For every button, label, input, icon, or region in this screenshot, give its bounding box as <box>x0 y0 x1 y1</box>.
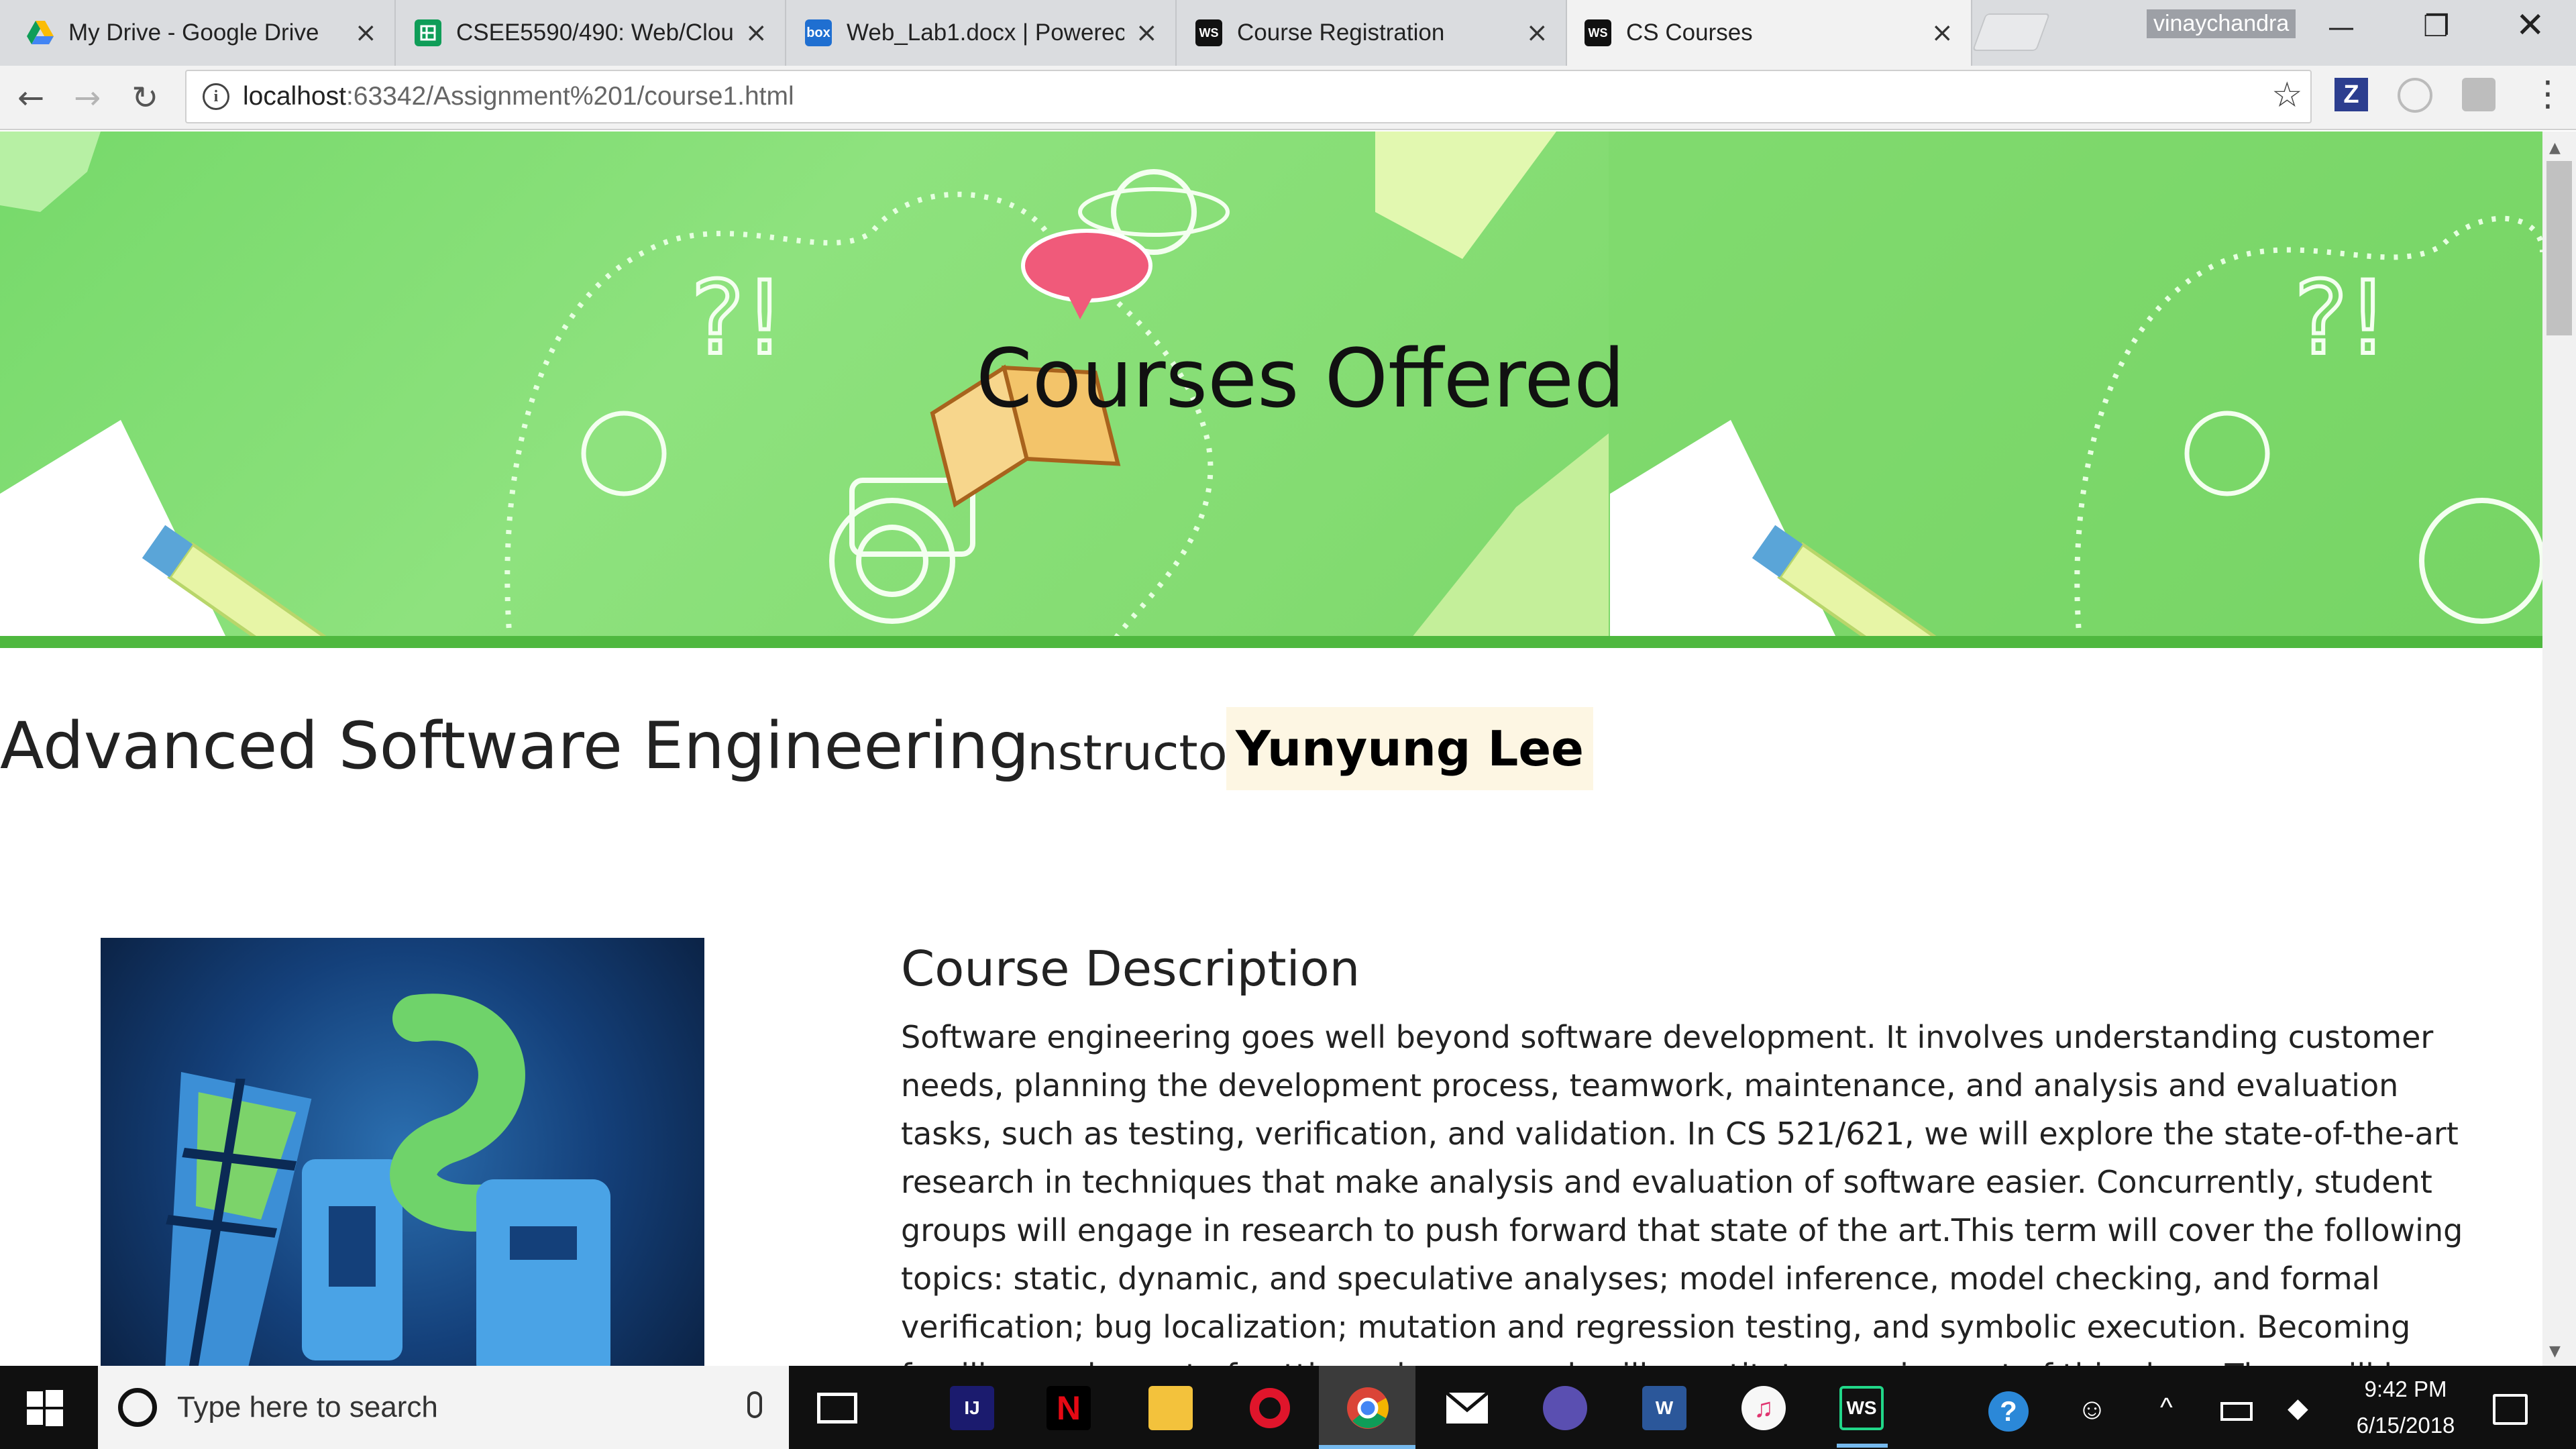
battery-icon[interactable] <box>2220 1402 2253 1421</box>
chrome-icon <box>1346 1386 1390 1430</box>
taskbar-search-box[interactable]: Type here to search <box>98 1366 789 1449</box>
tab-course-registration[interactable]: WS Course Registration × <box>1178 0 1567 66</box>
ase-logo-icon <box>164 994 610 1366</box>
tab-title: My Drive - Google Drive <box>68 19 319 46</box>
clock-time[interactable]: 9:42 PM <box>2359 1377 2453 1402</box>
close-icon[interactable]: × <box>354 17 377 48</box>
course-description-text: Software engineering goes well beyond so… <box>901 1019 2463 1366</box>
microphone-icon[interactable] <box>747 1391 762 1418</box>
chevron-up-icon[interactable]: ^ <box>2160 1393 2173 1423</box>
google-drive-icon <box>27 19 54 46</box>
back-arrow-icon[interactable]: ← <box>17 79 44 117</box>
zotero-extension-icon[interactable]: Z <box>2334 78 2368 111</box>
instructor-name: Yunyung Lee <box>1226 707 1594 790</box>
url-host: localhost <box>243 82 346 111</box>
tab-title: Course Registration <box>1237 19 1445 46</box>
tab-title: CS Courses <box>1626 19 1753 46</box>
url-path: :63342/Assignment%201/course1.html <box>345 82 794 111</box>
tab-csee5590[interactable]: CSEE5590/490: Web/Clou × <box>397 0 786 66</box>
cortana-icon <box>118 1388 157 1427</box>
running-indicator <box>1837 1444 1888 1448</box>
info-icon[interactable]: i <box>203 83 229 110</box>
opera-icon[interactable] <box>1248 1386 1292 1430</box>
address-bar[interactable]: i localhost:63342/Assignment%201/course1… <box>185 70 2312 123</box>
svg-text:?!: ?! <box>691 260 785 377</box>
minimize-icon[interactable]: — <box>2328 12 2355 43</box>
instructor-label: Instructor: <box>1013 724 1263 781</box>
close-icon[interactable]: × <box>1135 17 1158 48</box>
restore-icon[interactable]: ❐ <box>2423 9 2449 44</box>
search-placeholder: Type here to search <box>177 1391 438 1424</box>
close-window-icon[interactable]: ✕ <box>2516 5 2545 46</box>
tab-web-lab1[interactable]: box Web_Lab1.docx | Powerec × <box>788 0 1177 66</box>
webstorm-icon: WS <box>1195 19 1222 46</box>
course-title: Advanced Software Engineering <box>0 708 1030 784</box>
tab-title: CSEE5590/490: Web/Clou <box>456 19 734 46</box>
file-explorer-icon[interactable] <box>1148 1386 1193 1430</box>
help-icon[interactable]: ? <box>1988 1391 2029 1432</box>
webstorm-icon[interactable]: WS <box>1839 1386 1884 1430</box>
new-tab-button[interactable] <box>1972 13 2051 51</box>
webstorm-icon: WS <box>1585 19 1611 46</box>
windows-start-icon[interactable] <box>27 1390 63 1429</box>
scroll-down-icon[interactable]: ▼ <box>2549 1343 2561 1360</box>
netflix-icon[interactable]: N <box>1046 1386 1091 1430</box>
task-view-icon[interactable] <box>817 1393 857 1424</box>
reload-icon[interactable]: ↻ <box>131 79 158 117</box>
extension-icon[interactable] <box>2462 78 2496 111</box>
bookmark-star-icon[interactable]: ☆ <box>2271 75 2303 115</box>
clock-date[interactable]: 6/15/2018 <box>2345 1413 2466 1438</box>
banner: ?! ?! Courses Offered <box>0 131 2542 648</box>
close-icon[interactable]: × <box>745 17 767 48</box>
itunes-icon[interactable]: ♫ <box>1741 1386 1786 1430</box>
scrollbar-thumb[interactable] <box>2546 161 2572 335</box>
profile-name[interactable]: vinaychandra <box>2147 9 2296 38</box>
banner-title: Courses Offered <box>976 333 1625 426</box>
google-sheets-icon <box>415 19 441 46</box>
tab-google-drive[interactable]: My Drive - Google Drive × <box>9 0 396 66</box>
action-center-icon[interactable] <box>2493 1394 2528 1425</box>
forward-arrow-icon[interactable]: → <box>74 79 101 117</box>
close-icon[interactable]: × <box>1931 17 1953 48</box>
extension-icon[interactable] <box>2398 78 2432 113</box>
word-icon[interactable]: W <box>1642 1386 1686 1430</box>
course-description-heading: Course Description <box>901 941 1360 997</box>
intellij-icon[interactable]: IJ <box>950 1386 994 1430</box>
menu-kebab-icon[interactable]: ⋮ <box>2530 74 2565 114</box>
tab-cs-courses[interactable]: WS CS Courses × <box>1567 0 1972 66</box>
dropbox-icon[interactable]: ◆ <box>2288 1393 2308 1424</box>
page-viewport: ?! ?! Courses Offered Advanced Software … <box>0 131 2542 1366</box>
svg-text:?!: ?! <box>2294 260 2388 377</box>
tab-title: Web_Lab1.docx | Powerec <box>847 19 1125 46</box>
media-player-icon[interactable] <box>1543 1386 1587 1430</box>
box-icon: box <box>805 19 832 46</box>
close-icon[interactable]: × <box>1525 17 1548 48</box>
mail-icon[interactable] <box>1445 1386 1489 1430</box>
course-logo-image <box>101 938 704 1366</box>
people-icon[interactable]: ☺ <box>2077 1393 2107 1426</box>
scroll-up-icon[interactable]: ▲ <box>2549 140 2561 156</box>
